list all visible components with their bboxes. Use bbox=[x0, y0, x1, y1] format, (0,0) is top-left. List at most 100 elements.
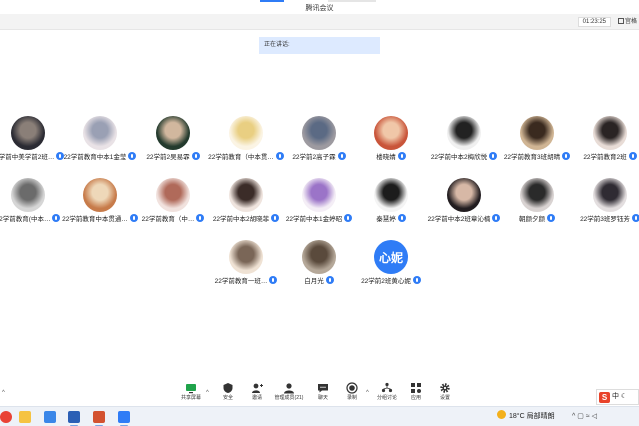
file-explorer-icon[interactable] bbox=[19, 411, 31, 423]
participant-tile[interactable]: 22学前3班罗钰芳 bbox=[571, 178, 639, 232]
participant-name: 22学前教育2班 bbox=[583, 154, 627, 161]
ime-indicator-icon[interactable]: ▢ bbox=[577, 413, 584, 420]
participant-avatar bbox=[11, 178, 45, 212]
taskbar: 18°C 局部晴朗 ^ ▢ ≈ ◁ bbox=[0, 406, 639, 426]
participant-avatar: 心妮 bbox=[374, 240, 408, 274]
top-strip: 01:23:25 宫格 bbox=[0, 14, 639, 30]
settings-label: 设置 bbox=[439, 395, 450, 401]
participant-name: 朝颜夕颜 bbox=[519, 216, 545, 223]
participant-name: 秦慧婷 bbox=[376, 216, 396, 223]
participant-name: 22学前中本2班章沁楠 bbox=[427, 216, 491, 223]
sogou-ime-icon: S bbox=[599, 392, 610, 403]
participant-avatar bbox=[229, 240, 263, 274]
participant-name: 22学前教育（中本贯… bbox=[208, 154, 274, 161]
participant-avatar bbox=[374, 116, 408, 150]
microphone-icon bbox=[325, 276, 334, 284]
participant-avatar bbox=[11, 116, 45, 150]
microphone-icon bbox=[547, 214, 555, 222]
participant-name: 22学前中本1金婷昭 bbox=[285, 216, 343, 223]
chrome-icon[interactable] bbox=[0, 411, 12, 423]
participant-name: 22学前3班罗钰芳 bbox=[580, 216, 630, 223]
participant-avatar bbox=[520, 116, 554, 150]
window-title: 腾讯会议 bbox=[305, 5, 334, 12]
meeting-window: 腾讯会议 01:23:25 宫格 正在讲话: 22学前中美学前2班… 22学前教育… bbox=[0, 0, 639, 426]
settings-button[interactable]: 设置 bbox=[425, 382, 465, 406]
participant-name: 22学前教育（中… bbox=[141, 216, 195, 223]
microphone-icon bbox=[412, 276, 421, 284]
ime-moon-icon: ☾ bbox=[620, 393, 628, 400]
wifi-icon[interactable]: ≈ bbox=[586, 413, 590, 420]
participant-tile[interactable]: 心妮 22学前2班黄心妮 bbox=[352, 240, 430, 294]
title-accent bbox=[260, 0, 284, 2]
participant-name: 22学前中美学前2班… bbox=[0, 154, 55, 161]
record-icon bbox=[346, 382, 358, 394]
participant-name-row: 22学前3班罗钰芳 bbox=[563, 214, 639, 224]
participant-avatar bbox=[156, 178, 190, 212]
invite-icon bbox=[252, 383, 263, 393]
participant-avatar bbox=[593, 178, 627, 212]
participant-tile[interactable]: 22学前教育2班 bbox=[571, 116, 639, 170]
participant-avatar bbox=[447, 178, 481, 212]
microphone-icon bbox=[631, 214, 639, 222]
share-screen-button[interactable]: 共享屏幕 bbox=[171, 382, 211, 406]
participant-avatar bbox=[83, 178, 117, 212]
participant-avatar bbox=[593, 116, 627, 150]
microphone-icon bbox=[397, 214, 406, 222]
browser-icon[interactable] bbox=[44, 411, 56, 423]
meeting-toolbar: ^ 共享屏幕 ^ 安全 邀请 管理成员(21) 聊天 录制 ^ 分组讨论 应用 … bbox=[0, 380, 639, 406]
participant-name: 楼晓婧 bbox=[376, 154, 396, 161]
ime-mode: 中 bbox=[611, 393, 619, 400]
system-tray: ^ ▢ ≈ ◁ bbox=[572, 410, 597, 424]
share-screen-icon bbox=[186, 384, 196, 394]
meeting-app-icon[interactable] bbox=[118, 411, 130, 423]
weather-temp: 18°C bbox=[509, 413, 525, 420]
participant-name: 22学前教育中本贯通… bbox=[62, 216, 128, 223]
participant-name-row: 22学前教育2班 bbox=[563, 152, 639, 162]
apps-icon bbox=[411, 383, 421, 393]
microphone-icon bbox=[628, 152, 637, 160]
title-bar: 腾讯会议 bbox=[0, 0, 639, 14]
participant-avatar bbox=[302, 178, 336, 212]
powerpoint-icon[interactable] bbox=[93, 411, 105, 423]
toolbar-expand-caret[interactable]: ^ bbox=[2, 390, 5, 396]
members-icon bbox=[284, 383, 294, 394]
ime-toolbar[interactable]: S 中 ☾ bbox=[596, 389, 639, 405]
weather-widget[interactable]: 18°C 局部晴朗 bbox=[497, 410, 555, 424]
view-label: 宫格 bbox=[624, 19, 637, 25]
participant-avatar bbox=[374, 178, 408, 212]
participant-name: 白月光 bbox=[304, 278, 324, 285]
participant-name: 22学前2高子霖 bbox=[292, 154, 336, 161]
participant-avatar bbox=[447, 116, 481, 150]
grid-view-icon bbox=[617, 18, 624, 24]
participant-name: 22学前教育3班胡晴 bbox=[503, 154, 561, 161]
participant-avatar bbox=[83, 116, 117, 150]
shield-icon bbox=[223, 383, 233, 393]
chat-icon bbox=[318, 384, 328, 393]
participant-avatar bbox=[229, 178, 263, 212]
participant-avatar bbox=[302, 240, 336, 274]
share-screen-label: 共享屏幕 bbox=[180, 395, 201, 401]
participant-name: 22学前中本2胡晓菲 bbox=[212, 216, 270, 223]
participant-avatar bbox=[302, 116, 336, 150]
speaking-indicator: 正在讲话: bbox=[259, 37, 380, 54]
speaker-icon[interactable]: ◁ bbox=[592, 413, 597, 420]
participant-name: 22学前教育(中本… bbox=[0, 216, 51, 223]
breakout-icon bbox=[381, 382, 393, 393]
participant-name: 22学前中本2梅欣悦 bbox=[430, 154, 488, 161]
participant-name-row: 22学前2班黄心妮 bbox=[344, 276, 438, 286]
tray-overflow-caret[interactable]: ^ bbox=[572, 413, 575, 420]
participant-name: 22学前教育中本1金莹 bbox=[63, 154, 127, 161]
participant-name: 22学前教育一班… bbox=[214, 278, 268, 285]
title-accent-secondary bbox=[328, 0, 376, 2]
word-icon[interactable] bbox=[68, 411, 80, 423]
weather-sun-icon bbox=[497, 410, 506, 419]
participant-name: 22学前2吴易霏 bbox=[146, 154, 190, 161]
participant-avatar bbox=[520, 178, 554, 212]
microphone-icon bbox=[397, 152, 406, 160]
gear-icon bbox=[440, 383, 450, 393]
participant-name: 22学前2班黄心妮 bbox=[361, 278, 411, 285]
participant-avatar bbox=[156, 116, 190, 150]
participant-avatar bbox=[229, 116, 263, 150]
meeting-timer: 01:23:25 bbox=[577, 17, 611, 27]
view-toggle-button[interactable]: 宫格 bbox=[616, 17, 639, 27]
